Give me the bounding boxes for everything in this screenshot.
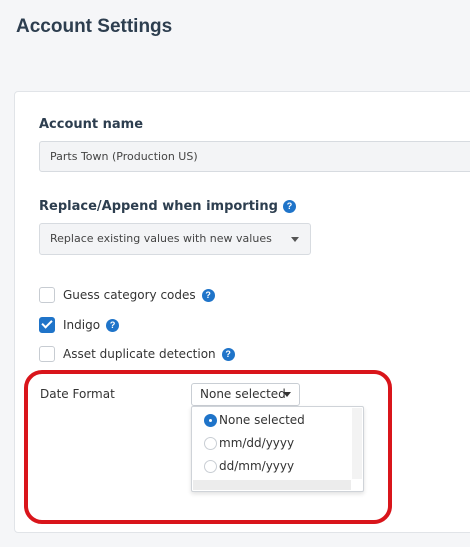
question-circle-icon[interactable]: ? bbox=[221, 348, 235, 361]
page-title: Account Settings bbox=[16, 16, 173, 37]
account-name-label: Account name bbox=[39, 117, 144, 132]
replace-append-label-text: Replace/Append when importing bbox=[39, 199, 278, 214]
chevron-down-icon bbox=[291, 237, 299, 242]
account-name-input[interactable]: Parts Town (Production US) bbox=[39, 141, 470, 172]
guess-category-codes-checkbox[interactable] bbox=[39, 287, 55, 303]
account-name-value: Parts Town (Production US) bbox=[50, 150, 198, 163]
question-circle-icon[interactable]: ? bbox=[106, 319, 120, 332]
asset-duplicate-detection-checkbox[interactable] bbox=[39, 346, 55, 362]
replace-append-select[interactable]: Replace existing values with new values bbox=[39, 223, 311, 255]
indigo-checkbox[interactable] bbox=[39, 317, 55, 333]
replace-append-selected-value: Replace existing values with new values bbox=[50, 232, 272, 245]
replace-append-label: Replace/Append when importing? bbox=[39, 199, 296, 214]
guess-category-codes-label: Guess category codes bbox=[63, 288, 196, 302]
question-circle-icon[interactable]: ? bbox=[201, 289, 215, 302]
question-circle-icon[interactable]: ? bbox=[282, 200, 296, 213]
annotation-highlight-ring bbox=[24, 370, 392, 524]
asset-duplicate-detection-label: Asset duplicate detection bbox=[63, 347, 216, 361]
indigo-label: Indigo bbox=[63, 318, 101, 332]
